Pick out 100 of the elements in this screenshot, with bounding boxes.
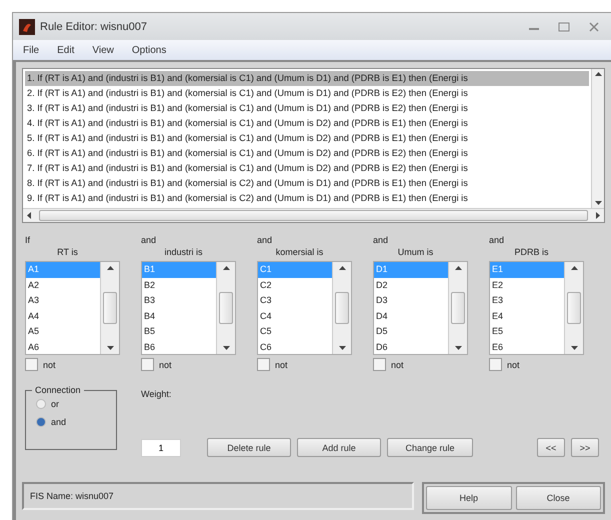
rule-list[interactable] bbox=[22, 68, 605, 223]
list-item[interactable]: C5 bbox=[258, 324, 332, 340]
variable-label: komersial is bbox=[274, 247, 324, 259]
down-arrow-icon[interactable] bbox=[594, 199, 602, 206]
list-item[interactable]: D4 bbox=[374, 308, 448, 324]
list-item[interactable]: A6 bbox=[26, 340, 100, 354]
variable-label: PDRB is bbox=[513, 247, 550, 259]
radio-label: and bbox=[51, 417, 66, 427]
down-arrow-icon[interactable] bbox=[222, 344, 230, 351]
variable-label: RT is bbox=[56, 247, 79, 259]
rule-item[interactable]: 9. If (RT is A1) and (industri is B1) and (komersial is C2) and (Umum is D1) and (PDRB is E1) then (Energi is bbox=[25, 191, 589, 206]
rule-item[interactable]: 6. If (RT is A1) and (industri is B1) and (komersial is C1) and (Umum is D2) and (PDRB is E2) then (Energi is bbox=[25, 146, 589, 161]
list-item[interactable]: C3 bbox=[258, 293, 332, 308]
connector-label: and bbox=[257, 235, 274, 247]
list-item[interactable]: E4 bbox=[490, 308, 564, 324]
list-scrollbar[interactable] bbox=[332, 262, 351, 354]
list-item[interactable]: B2 bbox=[142, 278, 216, 293]
list-item[interactable]: D6 bbox=[374, 340, 448, 354]
not-checkbox[interactable] bbox=[141, 358, 154, 371]
list-item[interactable]: A3 bbox=[26, 293, 100, 308]
fis-name: FIS Name: wisnu007 bbox=[30, 491, 114, 501]
window-title: Rule Editor: wisnu007 bbox=[40, 20, 148, 32]
list-item[interactable]: A5 bbox=[26, 324, 100, 340]
checkbox-label: not bbox=[159, 360, 172, 370]
horizontal-scrollbar[interactable] bbox=[23, 208, 604, 222]
weight-field[interactable]: 1 bbox=[141, 438, 181, 456]
menu-item[interactable]: File bbox=[23, 44, 40, 56]
group-title: Connection bbox=[34, 385, 82, 395]
nav-button[interactable]: << bbox=[537, 438, 565, 457]
list-item[interactable]: B6 bbox=[142, 340, 216, 354]
radio-button[interactable] bbox=[36, 417, 46, 427]
checkbox-label: not bbox=[391, 360, 404, 370]
down-arrow-icon[interactable] bbox=[454, 344, 462, 351]
list-item[interactable]: C6 bbox=[258, 340, 332, 354]
list-item[interactable]: E3 bbox=[490, 293, 564, 308]
down-arrow-icon[interactable] bbox=[106, 344, 114, 351]
list-item[interactable]: D3 bbox=[374, 293, 448, 308]
list-item[interactable]: A4 bbox=[26, 308, 100, 324]
up-arrow-icon[interactable] bbox=[338, 265, 346, 272]
list-scrollbar[interactable] bbox=[100, 262, 119, 354]
rule-item[interactable]: 2. If (RT is A1) and (industri is B1) and (komersial is C1) and (Umum is D1) and (PDRB is E2) then (Energi is bbox=[25, 86, 589, 101]
connector-label: and bbox=[141, 235, 158, 247]
down-arrow-icon[interactable] bbox=[338, 344, 346, 351]
vertical-scrollbar[interactable] bbox=[591, 69, 604, 208]
right-arrow-icon[interactable] bbox=[594, 212, 601, 219]
list-item[interactable]: E2 bbox=[490, 278, 564, 293]
menu-item[interactable]: View bbox=[92, 44, 114, 56]
rule-item[interactable]: 5. If (RT is A1) and (industri is B1) and (komersial is C1) and (Umum is D2) and (PDRB is E1) then (Energi is bbox=[25, 131, 589, 146]
rule-item[interactable]: 1. If (RT is A1) and (industri is B1) and (komersial is C1) and (Umum is D1) and (PDRB is E1) then (Energi is bbox=[25, 71, 589, 86]
list-item[interactable]: E5 bbox=[490, 324, 564, 340]
scroll-thumb[interactable] bbox=[567, 292, 581, 324]
scroll-thumb[interactable] bbox=[103, 292, 117, 324]
not-checkbox[interactable] bbox=[373, 358, 386, 371]
rule-item[interactable]: 3. If (RT is A1) and (industri is B1) and (komersial is C1) and (Umum is D1) and (PDRB is E2) then (Energi is bbox=[25, 101, 589, 116]
list-item[interactable]: B5 bbox=[142, 324, 216, 340]
not-checkbox[interactable] bbox=[489, 358, 502, 371]
list-item[interactable]: D2 bbox=[374, 278, 448, 293]
menu-item[interactable]: Options bbox=[132, 44, 166, 56]
menu-item[interactable]: Edit bbox=[57, 44, 74, 56]
not-checkbox[interactable] bbox=[257, 358, 270, 371]
connector-label: and bbox=[489, 235, 506, 247]
scroll-thumb[interactable] bbox=[219, 292, 233, 324]
radio-button[interactable] bbox=[36, 399, 46, 409]
list-item[interactable]: B3 bbox=[142, 293, 216, 308]
checkbox-label: not bbox=[43, 360, 56, 370]
up-arrow-icon[interactable] bbox=[106, 265, 114, 272]
list-item[interactable]: E6 bbox=[490, 340, 564, 354]
scroll-thumb[interactable] bbox=[335, 292, 349, 324]
weight-label: Weight: bbox=[141, 389, 172, 399]
up-arrow-icon[interactable] bbox=[570, 265, 578, 272]
rule-button[interactable]: Delete rule bbox=[207, 438, 291, 457]
app-icon bbox=[19, 18, 35, 34]
footer-button[interactable]: Help bbox=[426, 486, 512, 510]
nav-button[interactable]: >> bbox=[571, 438, 599, 457]
scroll-thumb[interactable] bbox=[39, 210, 588, 221]
not-checkbox[interactable] bbox=[25, 358, 38, 371]
rule-item[interactable]: 7. If (RT is A1) and (industri is B1) and (komersial is C1) and (Umum is D2) and (PDRB is E2) then (Energi is bbox=[25, 161, 589, 176]
connector-label: If bbox=[25, 235, 32, 247]
list-scrollbar[interactable] bbox=[448, 262, 467, 354]
list-scrollbar[interactable] bbox=[216, 262, 235, 354]
up-arrow-icon[interactable] bbox=[594, 71, 602, 78]
list-item[interactable]: C2 bbox=[258, 278, 332, 293]
checkbox-label: not bbox=[507, 360, 520, 370]
down-arrow-icon[interactable] bbox=[570, 344, 578, 351]
left-arrow-icon[interactable] bbox=[26, 212, 33, 219]
rule-item[interactable]: 8. If (RT is A1) and (industri is B1) and (komersial is C2) and (Umum is D1) and (PDRB is E1) then (Energi is bbox=[25, 176, 589, 191]
list-item[interactable]: D5 bbox=[374, 324, 448, 340]
rule-item[interactable]: 4. If (RT is A1) and (industri is B1) and (komersial is C1) and (Umum is D2) and (PDRB is E1) then (Energi is bbox=[25, 116, 589, 131]
up-arrow-icon[interactable] bbox=[222, 265, 230, 272]
footer-button[interactable]: Close bbox=[516, 486, 601, 510]
rule-button[interactable]: Change rule bbox=[387, 438, 473, 457]
list-scrollbar[interactable] bbox=[564, 262, 583, 354]
rule-button[interactable]: Add rule bbox=[297, 438, 381, 457]
up-arrow-icon[interactable] bbox=[454, 265, 462, 272]
list-item[interactable]: C4 bbox=[258, 308, 332, 324]
scroll-thumb[interactable] bbox=[451, 292, 465, 324]
checkbox-label: not bbox=[275, 360, 288, 370]
connector-label: and bbox=[373, 235, 390, 247]
list-item[interactable]: A2 bbox=[26, 278, 100, 293]
list-item[interactable]: B4 bbox=[142, 308, 216, 324]
